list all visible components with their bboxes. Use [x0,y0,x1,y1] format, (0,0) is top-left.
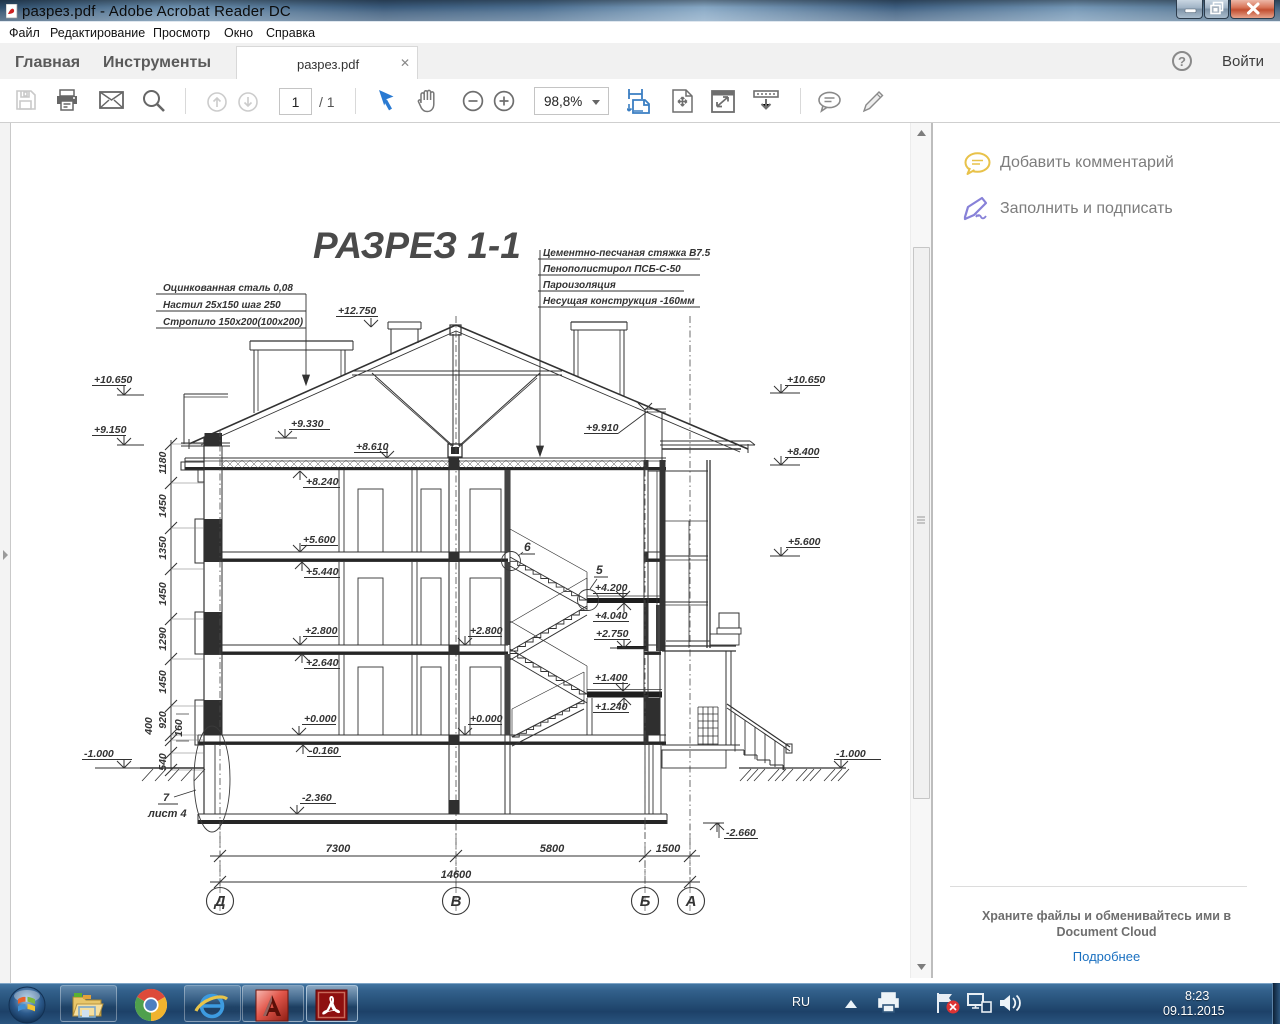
svg-text:1450: 1450 [157,494,169,518]
svg-text:+8.400: +8.400 [787,446,820,458]
svg-text:Цементно-песчаная стяжка В7.5: Цементно-песчаная стяжка В7.5 [543,248,711,259]
svg-text:+0.000: +0.000 [470,713,503,725]
svg-text:лист 4: лист 4 [147,808,187,820]
svg-text:+8.610: +8.610 [356,441,389,453]
svg-text:1500: 1500 [656,843,681,855]
svg-text:+10.650: +10.650 [94,374,132,386]
svg-text:Оцинкованная сталь 0,08: Оцинкованная сталь 0,08 [163,283,293,294]
svg-text:-0.160: -0.160 [309,745,339,757]
svg-text:14600: 14600 [441,869,472,881]
svg-text:1180: 1180 [157,452,169,475]
svg-text:Стропило 150х200(100х200): Стропило 150х200(100х200) [163,317,304,328]
svg-text:920: 920 [157,711,169,729]
svg-text:+1.240: +1.240 [595,701,628,713]
svg-text:РАЗРЕЗ 1-1: РАЗРЕЗ 1-1 [313,225,521,266]
svg-text:5800: 5800 [540,843,565,855]
svg-text:1350: 1350 [157,536,169,560]
svg-text:+5.600: +5.600 [303,534,336,546]
svg-text:+9.330: +9.330 [291,418,324,430]
svg-text:7300: 7300 [326,843,351,855]
svg-text:+0.000: +0.000 [304,713,337,725]
svg-text:+2.800: +2.800 [470,625,503,637]
svg-text:Б: Б [640,893,651,910]
svg-text:Пенополистирол ПСБ-С-50: Пенополистирол ПСБ-С-50 [543,264,681,275]
svg-text:+2.800: +2.800 [305,625,338,637]
svg-text:В: В [451,893,462,910]
svg-text:160: 160 [173,719,185,737]
svg-text:+2.640: +2.640 [306,657,339,669]
svg-text:1290: 1290 [157,627,169,651]
svg-text:5: 5 [596,563,603,577]
svg-text:540: 540 [157,753,169,771]
svg-text:-1.000: -1.000 [836,748,866,760]
svg-text:+10.650: +10.650 [787,374,825,386]
svg-text:Несущая конструкция -160мм: Несущая конструкция -160мм [543,296,695,307]
svg-text:+5.600: +5.600 [788,536,821,548]
svg-text:+4.040: +4.040 [595,610,628,622]
svg-text:Настил 25х150 шаг 250: Настил 25х150 шаг 250 [163,300,281,311]
svg-text:6: 6 [524,540,531,554]
svg-text:+9.150: +9.150 [94,424,127,436]
svg-text:+2.750: +2.750 [596,628,629,640]
svg-text:400: 400 [143,717,155,736]
svg-text:-2.360: -2.360 [302,792,332,804]
svg-text:+12.750: +12.750 [338,305,376,317]
svg-text:7: 7 [163,792,170,804]
svg-text:Д: Д [213,893,226,910]
svg-text:1450: 1450 [157,582,169,606]
svg-text:+5.440: +5.440 [306,566,339,578]
svg-text:+9.910: +9.910 [586,422,619,434]
svg-text:-1.000: -1.000 [84,748,114,760]
svg-text:Пароизоляция: Пароизоляция [543,280,616,291]
svg-text:1450: 1450 [157,670,169,694]
svg-text:А: А [685,893,697,910]
svg-text:-2.660: -2.660 [726,827,756,839]
svg-text:+8.240: +8.240 [306,476,339,488]
